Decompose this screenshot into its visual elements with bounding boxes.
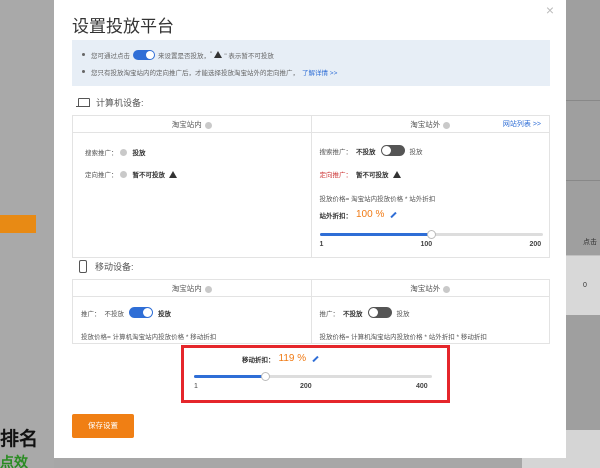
dialog-title: 设置投放平台	[72, 17, 174, 36]
row-label: 定向推广：	[319, 172, 353, 179]
notice-text: 您可通过点击	[91, 52, 130, 60]
discount-value: 100 %	[356, 209, 385, 220]
price-formula: 投放价格= 计算机淘宝站内投放价格 * 站外折扣 * 移动折扣	[320, 331, 487, 341]
price-formula-text: 投放价格= 淘宝站内投放价格 * 站外折扣	[319, 196, 436, 203]
background-column-label: 点击	[583, 239, 597, 246]
search-promo-toggle[interactable]	[380, 145, 405, 156]
warning-icon	[214, 51, 223, 58]
outer-discount-slider[interactable]	[319, 230, 543, 239]
background-left-panel	[0, 0, 54, 468]
toggle-on-label: 投放	[409, 148, 423, 156]
toggle-on-label: 投放	[158, 310, 171, 318]
help-icon[interactable]	[119, 148, 127, 156]
price-formula-text: 投放价格= 计算机淘宝站内投放价格 * 站外折扣 * 移动折扣	[319, 334, 487, 341]
row-value: 暂不可投放	[356, 172, 389, 179]
mobile-settings-grid: 淘宝站内 推广： 不投放 投放 投放价格= 计算机淘宝站内投放价格 * 移动折扣…	[72, 279, 550, 344]
targeted-promo-row: 定向推广： 暂不可投放	[320, 169, 401, 179]
price-formula-text: 投放价格= 计算机淘宝站内投放价格 * 移动折扣	[81, 334, 217, 341]
row-label: 推广：	[81, 310, 101, 318]
notice-box: 您可通过点击 来设置是否投放， " " 表示暂不可投放 您只有投放淘宝站内的定向…	[72, 40, 550, 86]
mobile-section-heading: 移动设备:	[76, 260, 134, 273]
row-label: 定向推广：	[85, 172, 118, 179]
background-heading: 排名	[0, 428, 39, 450]
column-header-label: 淘宝站外	[410, 120, 441, 129]
slider-handle[interactable]	[427, 230, 436, 239]
toggle-icon	[133, 49, 155, 60]
search-promo-row: 搜索推广： 投放	[85, 147, 146, 157]
background-divider	[565, 180, 600, 181]
column-header: 淘宝站内	[73, 116, 311, 133]
price-formula: 投放价格= 计算机淘宝站内投放价格 * 移动折扣	[81, 331, 216, 341]
row-label: 推广：	[319, 310, 340, 318]
row-value: 投放	[132, 150, 146, 157]
help-icon[interactable]	[204, 121, 212, 129]
learn-more-link[interactable]: 了解详情 >>	[302, 67, 337, 77]
column-header-label: 淘宝站内	[171, 120, 202, 129]
mobile-outer-promo-row: 推广： 不投放 投放	[320, 307, 410, 318]
toggle-off-label: 不投放	[343, 310, 363, 318]
notice-text: "	[210, 51, 213, 58]
bullet-icon	[82, 53, 85, 56]
notice-line: 您只有投放淘宝站内的定向推广后，才能选择投放淘宝站外的定向推广， 了解详情 >>	[82, 63, 540, 80]
mobile-inner-promo-row: 推广： 不投放 投放	[81, 307, 171, 318]
computer-settings-grid: 淘宝站内 搜索推广： 投放 定向推广： 暂不可投放 淘宝站外 网站列表 >> 搜…	[72, 115, 550, 258]
help-icon[interactable]	[119, 170, 127, 178]
help-icon[interactable]	[204, 285, 212, 293]
search-promo-row: 搜索推广： 不投放 投放	[320, 145, 423, 156]
toggle-on-label: 投放	[396, 310, 410, 318]
slider-fill	[319, 233, 431, 236]
mobile-outer-toggle[interactable]	[367, 307, 392, 318]
warning-icon	[169, 170, 177, 178]
mobile-inner-column: 淘宝站内 推广： 不投放 投放 投放价格= 计算机淘宝站内投放价格 * 移动折扣	[73, 280, 311, 343]
toggle-off-label: 不投放	[104, 310, 125, 318]
column-header: 淘宝站内	[73, 280, 311, 297]
notice-text: 来设置是否投放，	[158, 52, 210, 60]
background-right-panel	[565, 0, 600, 468]
computer-section-heading: 计算机设备:	[76, 96, 144, 109]
phone-icon	[79, 260, 87, 273]
pencil-icon[interactable]	[390, 211, 398, 218]
row-label: 搜索推广：	[85, 150, 118, 157]
close-icon[interactable]: ×	[546, 2, 554, 18]
slider-mid-label: 100	[420, 241, 433, 248]
mobile-inner-toggle[interactable]	[129, 307, 153, 318]
computer-inner-column: 淘宝站内 搜索推广： 投放 定向推广： 暂不可投放	[73, 116, 311, 257]
help-icon[interactable]	[443, 285, 451, 293]
notice-text: 您只有投放淘宝站内的定向推广后，才能选择投放淘宝站外的定向推广，	[91, 69, 299, 77]
help-icon[interactable]	[443, 121, 451, 129]
outer-discount-row: 站外折扣： 100 %	[320, 209, 398, 220]
slider-min-label: 1	[319, 241, 324, 248]
notice-line: 您可通过点击 来设置是否投放， " " 表示暂不可投放	[82, 46, 540, 63]
discount-label: 站外折扣：	[319, 212, 353, 220]
highlight-annotation-box	[181, 345, 450, 403]
mobile-outer-column: 淘宝站外 推广： 不投放 投放 投放价格= 计算机淘宝站内投放价格 * 站外折扣…	[310, 280, 549, 343]
notice-text: " 表示暂不可投放	[224, 52, 274, 60]
save-settings-button[interactable]: 保存设置	[72, 414, 134, 438]
background-subheading: 点效	[0, 455, 28, 468]
column-header: 淘宝站外 网站列表 >>	[311, 116, 549, 133]
section-label: 移动设备:	[95, 262, 134, 272]
section-label: 计算机设备:	[96, 98, 144, 108]
background-divider	[565, 100, 600, 101]
row-value: 暂不可投放	[132, 172, 166, 179]
laptop-icon	[76, 97, 90, 108]
toggle-off-label: 不投放	[356, 148, 376, 156]
background-orange-tab	[0, 215, 36, 233]
warning-icon	[392, 170, 401, 178]
computer-outer-column: 淘宝站外 网站列表 >> 搜索推广： 不投放 投放 定向推广： 暂不可投放 投放…	[310, 116, 549, 257]
site-list-link[interactable]: 网站列表 >>	[503, 116, 541, 133]
slider-max-label: 200	[529, 241, 542, 248]
column-header: 淘宝站外	[311, 280, 549, 297]
column-header-label: 淘宝站内	[171, 284, 202, 293]
targeted-promo-row: 定向推广： 暂不可投放	[85, 169, 177, 179]
price-formula: 投放价格= 淘宝站内投放价格 * 站外折扣	[320, 193, 436, 203]
background-cell-value: 0	[583, 282, 587, 289]
column-header-label: 淘宝站外	[410, 284, 441, 293]
row-label: 搜索推广：	[319, 148, 353, 156]
bullet-icon	[82, 70, 85, 73]
